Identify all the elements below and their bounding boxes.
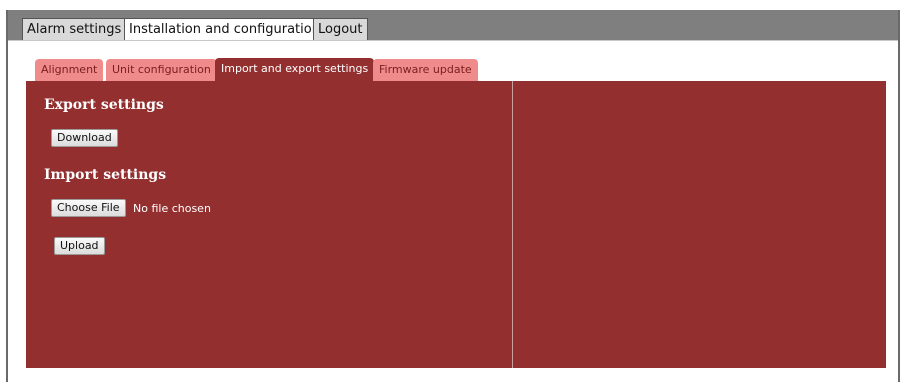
- subtab-alignment[interactable]: Alignment: [35, 59, 104, 81]
- tab-logout[interactable]: Logout: [313, 18, 368, 40]
- import-settings-title: Import settings: [44, 167, 167, 183]
- subtab-firmware-update[interactable]: Firmware update: [373, 59, 478, 81]
- download-button[interactable]: Download: [51, 129, 118, 147]
- choose-file-button[interactable]: Choose File: [51, 199, 126, 217]
- panel-divider: [512, 81, 513, 368]
- upload-button[interactable]: Upload: [54, 237, 105, 255]
- subtab-unit-configuration[interactable]: Unit configuration: [106, 59, 217, 81]
- top-nav-bar: Alarm settings Installation and configur…: [8, 10, 898, 40]
- settings-panel: Export settings Download Import settings…: [26, 81, 886, 368]
- nav-underline: [8, 40, 898, 41]
- tab-installation-configuration[interactable]: Installation and configuration: [124, 18, 325, 40]
- subtab-import-export-settings[interactable]: Import and export settings: [215, 58, 375, 82]
- export-settings-title: Export settings: [44, 97, 164, 113]
- file-status-text: No file chosen: [133, 202, 211, 215]
- tab-alarm-settings[interactable]: Alarm settings: [22, 18, 127, 40]
